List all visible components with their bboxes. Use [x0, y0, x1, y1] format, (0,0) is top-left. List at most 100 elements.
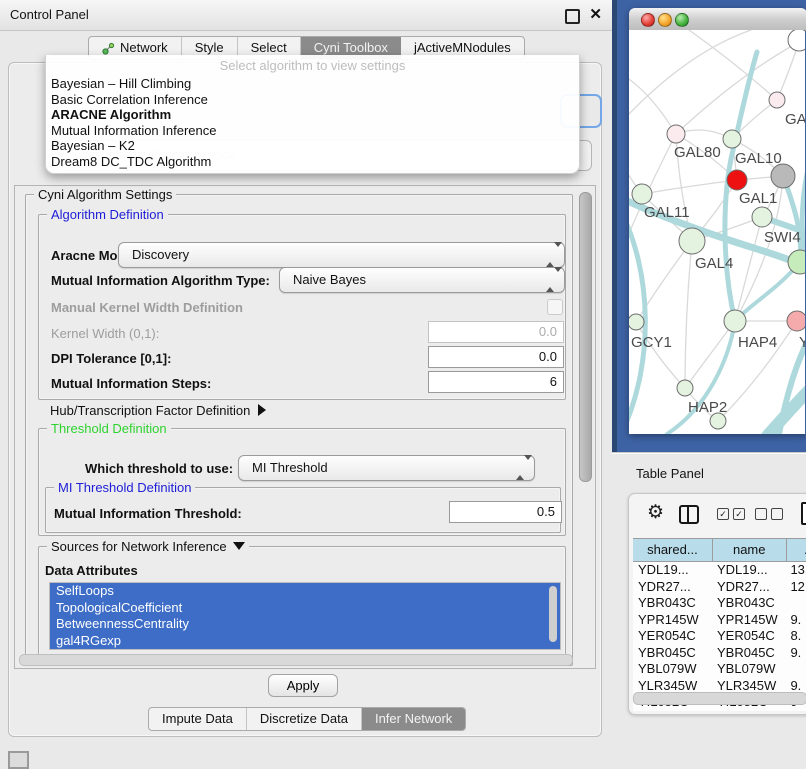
- minimize-traffic-light-icon[interactable]: [658, 13, 672, 27]
- which-threshold-combo[interactable]: MI Threshold: [238, 455, 535, 481]
- zoom-traffic-light-icon[interactable]: [675, 13, 689, 27]
- algorithm-option-bayesian-hill-climbing[interactable]: Bayesian – Hill Climbing: [46, 76, 579, 92]
- node-gal11[interactable]: [632, 184, 652, 204]
- algorithm-option-dream8-dc-tdc-algorithm[interactable]: Dream8 DC_TDC Algorithm: [46, 154, 579, 170]
- which-threshold-label: Which threshold to use:: [85, 461, 233, 476]
- table-cell: 9.: [785, 612, 806, 629]
- combo-stepper-icon: [516, 460, 525, 475]
- node-label: HAP4: [738, 334, 777, 351]
- table-row[interactable]: YDR27...YDR27...12: [633, 579, 806, 596]
- select-all-checkboxes-icon[interactable]: ✓✓: [717, 508, 745, 520]
- node-label: GAL11: [644, 204, 690, 221]
- table-cell: YPR145W: [633, 612, 712, 629]
- network-window-titlebar[interactable]: [629, 8, 806, 31]
- combo-stepper-icon: [546, 247, 555, 262]
- node-gal[interactable]: [769, 92, 785, 108]
- dpi-tolerance-label: DPI Tolerance [0,1]:: [51, 351, 171, 366]
- mi-algorithm-type-combo[interactable]: Naive Bayes: [279, 267, 565, 293]
- algorithm-definition-title: Algorithm Definition: [47, 207, 168, 222]
- column-selector-icon[interactable]: [679, 505, 699, 524]
- network-edge-highlighted: [783, 176, 801, 262]
- node-gal80[interactable]: [667, 125, 685, 143]
- table-row[interactable]: YBR045CYBR045C9.: [633, 645, 806, 662]
- mi-steps-label: Mutual Information Steps:: [51, 376, 211, 391]
- floating-grip-icon: [8, 751, 29, 769]
- float-window-icon[interactable]: [565, 9, 580, 24]
- network-canvas[interactable]: GAL80GALGAL10GAL1GAL11SWI4GAL4GCY1HAP4YH…: [629, 30, 805, 434]
- gear-icon[interactable]: ⚙: [647, 502, 664, 524]
- node-gal4[interactable]: [679, 228, 705, 254]
- node[interactable]: [788, 30, 805, 51]
- node-label: GAL: [785, 111, 805, 128]
- node-gal10[interactable]: [723, 130, 741, 148]
- table-cell: YDR27...: [633, 579, 712, 596]
- settings-horizontal-scrollbar[interactable]: [19, 654, 573, 666]
- node-y[interactable]: [787, 311, 805, 331]
- sources-group: Sources for Network Inference Data Attri…: [38, 546, 566, 666]
- table-row[interactable]: YDL19...YDL19...13: [633, 562, 806, 579]
- bottom-tab-impute-data[interactable]: Impute Data: [149, 708, 247, 730]
- dpi-tolerance-input[interactable]: 0.0: [428, 346, 564, 368]
- sources-title[interactable]: Sources for Network Inference: [47, 539, 249, 554]
- table-cell: YPR145W: [712, 612, 785, 629]
- algorithm-option-mutual-information-inference[interactable]: Mutual Information Inference: [46, 123, 579, 139]
- table-row[interactable]: YPR145WYPR145W9.: [633, 612, 806, 629]
- node[interactable]: [710, 413, 726, 429]
- export-table-icon[interactable]: [801, 502, 806, 525]
- column-header-shared-[interactable]: shared...: [633, 539, 713, 561]
- mi-threshold-label: Mutual Information Threshold:: [54, 506, 242, 521]
- node-gcy1[interactable]: [629, 314, 644, 330]
- data-attribute-selfloops[interactable]: SelfLoops: [50, 583, 560, 600]
- node-table-panel: ⚙ ✓✓ shared...nameA YDL19...YDL19...13YD…: [628, 493, 806, 715]
- kernel-width-input: 0.0: [428, 321, 564, 343]
- settings-vertical-scrollbar[interactable]: [579, 192, 592, 482]
- node-gal1[interactable]: [727, 170, 747, 190]
- node-hap4[interactable]: [724, 310, 746, 332]
- mi-steps-input[interactable]: 6: [428, 371, 564, 393]
- table-cell: YER054C: [633, 628, 712, 645]
- expander-right-icon: [258, 404, 266, 416]
- table-cell: YDR27...: [712, 579, 785, 596]
- network-edge-highlighted: [735, 262, 800, 321]
- hub-definition-expander[interactable]: Hub/Transcription Factor Definition: [50, 403, 266, 418]
- network-edge: [629, 74, 676, 134]
- algorithm-option-aracne-algorithm[interactable]: ARACNE Algorithm: [46, 107, 579, 123]
- node-swi4[interactable]: [752, 207, 772, 227]
- data-attributes-list: SelfLoopsTopologicalCoefficientBetweenne…: [49, 582, 561, 650]
- column-header-name[interactable]: name: [713, 539, 787, 561]
- table-cell: YBL079W: [712, 661, 785, 678]
- network-edge: [689, 30, 777, 100]
- bottom-tab-discretize-data[interactable]: Discretize Data: [247, 708, 362, 730]
- node-hap2[interactable]: [677, 380, 693, 396]
- network-edge: [735, 217, 762, 321]
- data-attribute-gal4rgexp[interactable]: gal4RGexp: [50, 633, 560, 650]
- desktop-background: GAL80GALGAL10GAL1GAL11SWI4GAL4GCY1HAP4YH…: [612, 0, 806, 762]
- combo-stepper-icon: [546, 272, 555, 287]
- node[interactable]: [771, 164, 795, 188]
- close-traffic-light-icon[interactable]: [641, 13, 655, 27]
- data-attribute-topologicalcoefficient[interactable]: TopologicalCoefficient: [50, 600, 560, 617]
- sources-title-text: Sources for Network Inference: [51, 539, 227, 554]
- list-scrollbar-thumb[interactable]: [549, 586, 557, 642]
- table-row[interactable]: YBR043CYBR043C: [633, 595, 806, 612]
- table-row[interactable]: YER054CYER054C8.: [633, 628, 806, 645]
- deselect-all-checkboxes-icon[interactable]: [755, 508, 783, 520]
- aracne-mode-combo[interactable]: Discovery: [118, 242, 565, 268]
- control-panel-titlebar: Control Panel ✕: [0, 0, 612, 31]
- bottom-tab-infer-network[interactable]: Infer Network: [362, 708, 465, 730]
- mi-steps-value: 6: [550, 374, 557, 389]
- threshold-definition-group: Threshold Definition Which threshold to …: [38, 428, 566, 536]
- table-row[interactable]: YBL079WYBL079W: [633, 661, 806, 678]
- table-cell: 12: [785, 579, 806, 596]
- mi-threshold-input[interactable]: 0.5: [449, 501, 562, 523]
- apply-button[interactable]: Apply: [268, 674, 338, 697]
- algorithm-option-basic-correlation-inference[interactable]: Basic Correlation Inference: [46, 92, 579, 108]
- collapse-down-icon: [233, 542, 245, 550]
- close-icon[interactable]: ✕: [589, 5, 602, 23]
- data-attribute-betweennesscentrality[interactable]: BetweennessCentrality: [50, 616, 560, 633]
- table-horizontal-scrollbar[interactable]: [633, 692, 806, 705]
- mi-threshold-definition-group: MI Threshold Definition Mutual Informati…: [45, 487, 561, 533]
- tab-label: Discretize Data: [260, 708, 348, 730]
- algorithm-option-bayesian-k2[interactable]: Bayesian – K2: [46, 138, 579, 154]
- column-header-a[interactable]: A: [787, 539, 806, 561]
